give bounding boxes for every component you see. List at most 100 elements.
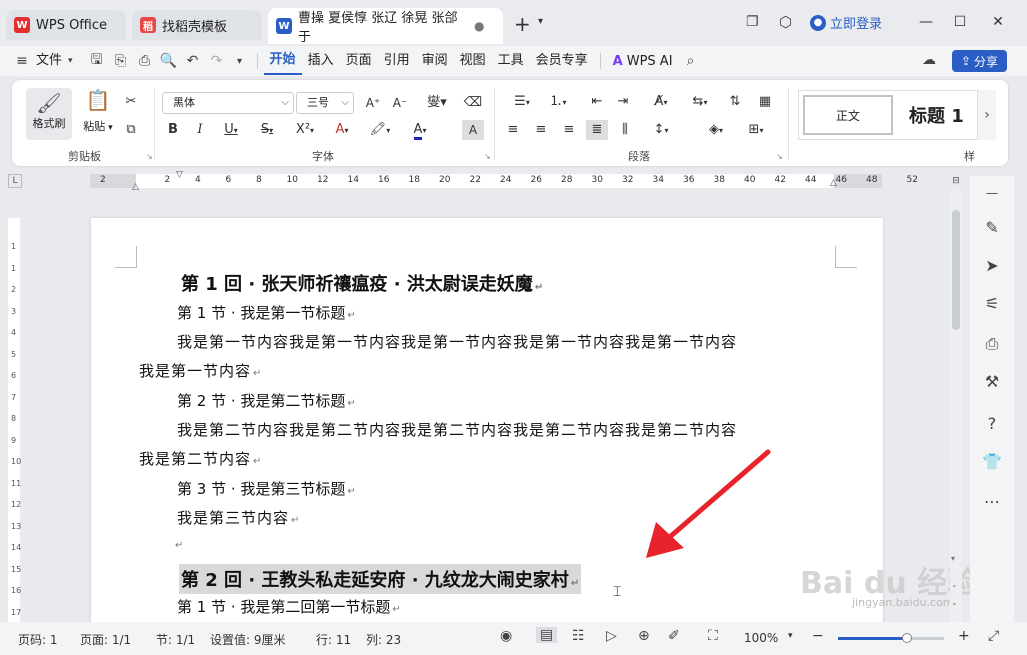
font-name-select[interactable]: 黑体 ⌵ xyxy=(162,92,294,114)
file-menu[interactable]: 文件 xyxy=(30,46,68,76)
right-indent-marker-icon[interactable]: △ xyxy=(830,178,837,188)
style-normal[interactable]: 正文 xyxy=(803,95,893,135)
more-icon[interactable]: ⋯ xyxy=(980,492,1004,511)
show-marks-icon[interactable]: ▦ xyxy=(754,92,776,112)
body-paragraph[interactable]: 我是第三节内容 ↵ xyxy=(177,507,300,528)
align-right-icon[interactable]: ≡ xyxy=(558,120,580,140)
strikethrough-icon[interactable]: S▾ xyxy=(252,120,282,140)
font-size-select[interactable]: 三号 ⌵ xyxy=(296,92,354,114)
share-button[interactable]: ⇪ 分享 xyxy=(952,50,1007,72)
cloud-icon[interactable]: ☁ xyxy=(922,52,936,68)
zoom-out-icon[interactable]: − xyxy=(812,628,824,644)
minimize-icon[interactable]: — xyxy=(916,14,936,30)
section-title[interactable]: 第 1 节 · 我是第一节标题 ↵ xyxy=(177,302,356,323)
hamburger-icon[interactable]: ≡ xyxy=(14,53,30,69)
char-shading-icon[interactable]: A xyxy=(462,120,484,140)
ruler-toggle-icon[interactable]: ⊟ xyxy=(950,176,962,188)
tab-list-chevron-icon[interactable]: ▾ xyxy=(538,16,543,27)
unsaved-dot-icon[interactable]: ● xyxy=(474,19,484,33)
clear-format-icon[interactable]: ⌫ xyxy=(462,93,484,113)
copy-icon[interactable]: ⧉ xyxy=(120,120,142,140)
save-icon[interactable]: 🖫 xyxy=(85,49,109,73)
paste-button[interactable]: 📋 粘贴 ▾ xyxy=(78,88,118,134)
numbering-icon[interactable]: ⒈▾ xyxy=(542,92,574,112)
sort-az-icon[interactable]: ⇅ xyxy=(724,92,746,112)
font-launcher-icon[interactable]: ↘ xyxy=(484,152,491,161)
new-tab-button[interactable]: + xyxy=(514,12,531,36)
font-color-icon[interactable]: A▾ xyxy=(404,120,436,140)
collapse-icon[interactable]: — xyxy=(980,186,1004,200)
scroll-down-icon[interactable]: ▾ xyxy=(951,554,955,563)
print-icon[interactable]: ⎙ xyxy=(133,53,157,69)
section-indicator[interactable]: 节: 1/1 xyxy=(156,631,195,648)
tab-wps-office[interactable]: W WPS Office xyxy=(6,10,126,40)
search-icon[interactable]: ⌕ xyxy=(679,53,703,69)
bullets-icon[interactable]: ☰▾ xyxy=(506,92,538,112)
export-icon[interactable]: ⎘ xyxy=(109,53,133,69)
sliders-icon[interactable]: ⚟ xyxy=(980,294,1004,313)
pen-icon[interactable]: ✎ xyxy=(980,218,1004,237)
vertical-ruler[interactable]: 1 1 2 3 4 5 6 7 8 9 10 11 12 13 14 15 16 17 xyxy=(8,218,21,622)
tab-template[interactable]: 稻 找稻壳模板 xyxy=(132,10,262,40)
tab-page[interactable]: 页面 xyxy=(340,46,378,76)
format-painter-button[interactable]: 🖌 格式刷 xyxy=(26,88,72,140)
vertical-scrollbar[interactable]: ▾ ⌃ ⌄ xyxy=(950,190,962,622)
justify-icon[interactable]: ≣ xyxy=(586,120,608,140)
empty-paragraph-mark[interactable]: ↵ xyxy=(175,540,183,551)
tab-insert[interactable]: 插入 xyxy=(302,46,340,76)
wps-ai-button[interactable]: A WPS AI xyxy=(607,54,679,69)
bold-icon[interactable]: B xyxy=(162,120,184,140)
tab-member[interactable]: 会员专享 xyxy=(530,46,594,76)
text-direction-icon[interactable]: A̸▾ xyxy=(644,92,678,112)
tab-home[interactable]: 开始 xyxy=(263,47,302,75)
horizontal-ruler[interactable]: 2 2 4 6 8 10 12 14 16 18 20 22 24 26 28 30 32 34 36 38 40 42 4… xyxy=(90,170,918,192)
phonetic-guide-icon[interactable]: 燮▾ xyxy=(420,93,454,113)
cut-icon[interactable]: ✂ xyxy=(120,92,142,112)
styles-scroll-right-icon[interactable]: › xyxy=(978,90,996,140)
tab-document[interactable]: W 曹操 夏侯惇 张辽 徐晃 张郃 于 ● xyxy=(268,8,503,45)
help-icon[interactable]: ? xyxy=(980,414,1004,433)
fullscreen-icon[interactable]: ⤢ xyxy=(988,628,999,644)
scroll-thumb[interactable] xyxy=(952,210,960,330)
line-spacing-icon[interactable]: ↕▾ xyxy=(644,120,678,140)
prev-page-icon[interactable]: ⌃ xyxy=(951,584,958,593)
zoom-slider[interactable] xyxy=(838,633,944,643)
section-title[interactable]: 第 3 节 · 我是第三节标题 ↵ xyxy=(177,478,356,499)
tools-icon[interactable]: ⚒ xyxy=(980,372,1004,391)
tab-reference[interactable]: 引用 xyxy=(378,46,416,76)
cube-icon[interactable]: ⬡ xyxy=(779,13,792,31)
decrease-indent-icon[interactable]: ⇤ xyxy=(586,92,608,112)
body-paragraph[interactable]: 我是第二节内容我是第二节内容我是第二节内容我是第二节内容我是第二节内容 xyxy=(177,419,737,440)
sort-icon[interactable]: ⇆▾ xyxy=(684,92,716,112)
tab-stop-selector[interactable]: L xyxy=(8,174,22,188)
tab-view[interactable]: 视图 xyxy=(454,46,492,76)
shrink-font-icon[interactable]: A⁻ xyxy=(389,93,411,113)
page-count[interactable]: 页面: 1/1 xyxy=(80,631,131,648)
increase-indent-icon[interactable]: ⇥ xyxy=(612,92,634,112)
next-page-icon[interactable]: ⌄ xyxy=(951,598,958,607)
text-effect-icon[interactable]: A▾ xyxy=(326,120,358,140)
redo-icon[interactable]: ↷ xyxy=(205,53,229,69)
fit-page-icon[interactable]: ⛶ xyxy=(708,628,718,644)
italic-icon[interactable]: I xyxy=(189,120,211,140)
shirt-icon[interactable]: 👕 xyxy=(980,452,1004,471)
quick-access-chevron-icon[interactable]: ▾ xyxy=(229,56,251,67)
page-number[interactable]: 页码: 1 xyxy=(18,631,58,648)
section-title[interactable]: 第 2 节 · 我是第二节标题 ↵ xyxy=(177,390,356,411)
grow-font-icon[interactable]: A⁺ xyxy=(362,93,384,113)
window-manage-icon[interactable]: ❐ xyxy=(746,14,759,30)
play-icon[interactable]: ▷ xyxy=(606,628,617,644)
superscript-icon[interactable]: X²▾ xyxy=(288,120,322,140)
zoom-level[interactable]: 100% xyxy=(744,631,778,645)
section-title[interactable]: 第 1 节 · 我是第二回第一节标题 ↵ xyxy=(177,596,401,617)
web-view-icon[interactable]: ⊕ xyxy=(638,628,650,644)
chapter-heading-1[interactable]: 第 1 回 · 张天师祈禳瘟疫 · 洪太尉误走妖魔 ↵ xyxy=(181,270,543,296)
outline-view-icon[interactable]: ☷ xyxy=(572,628,585,644)
zoom-chevron-icon[interactable]: ▾ xyxy=(788,631,793,641)
login-button[interactable]: ● 立即登录 xyxy=(810,13,882,32)
chapter-heading-2-selected[interactable]: 第 2 回 · 王教头私走延安府 · 九纹龙大闹史家村 ↵ xyxy=(179,564,582,594)
borders-icon[interactable]: ⊞▾ xyxy=(740,120,772,140)
tab-review[interactable]: 审阅 xyxy=(416,46,454,76)
paragraph-launcher-icon[interactable]: ↘ xyxy=(776,152,783,161)
column-indicator[interactable]: 列: 23 xyxy=(366,631,401,648)
